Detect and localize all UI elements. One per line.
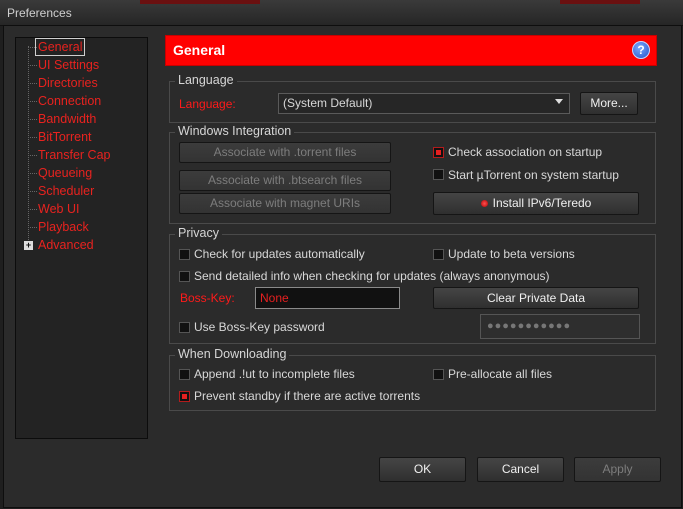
beta-updates-label: Update to beta versions [448,247,575,261]
send-info-checkbox[interactable] [179,271,190,282]
window-title: Preferences [7,6,72,20]
check-association-label: Check association on startup [448,145,603,159]
install-ipv6-button[interactable]: Install IPv6/Teredo [433,192,639,215]
clear-private-data-button[interactable]: Clear Private Data [433,287,639,309]
cancel-button[interactable]: Cancel [477,457,564,482]
sidebar-item-general[interactable]: General [34,38,86,56]
use-boss-key-password-label: Use Boss-Key password [194,320,325,334]
sidebar-item-web-ui[interactable]: Web UI [38,201,79,217]
start-on-startup-label: Start µTorrent on system startup [448,168,619,182]
help-icon[interactable]: ? [632,41,650,59]
sidebar-item-bittorrent[interactable]: BitTorrent [38,129,92,145]
tree-connector [28,191,37,192]
expand-plus-icon[interactable]: + [24,241,33,250]
ok-button[interactable]: OK [379,457,466,482]
tree-connector [28,209,37,210]
chevron-down-icon [555,99,563,104]
tree-connector [28,101,37,102]
tree-connector [28,137,37,138]
apply-button[interactable]: Apply [574,457,661,482]
associate-magnet-button[interactable]: Associate with magnet URIs [179,193,391,214]
section-header: General ? [165,35,657,66]
title-bar: Preferences [0,0,683,26]
use-boss-key-password-checkbox[interactable] [179,322,190,333]
append-ut-label: Append .!ut to incomplete files [194,367,355,381]
sidebar-item-ui-settings[interactable]: UI Settings [38,57,99,73]
tree-connector [28,155,37,156]
status-led-icon [480,200,488,208]
sidebar-item-connection[interactable]: Connection [38,93,101,109]
check-association-checkbox[interactable] [433,147,444,158]
title-decoration [140,0,260,4]
tree-connector [28,227,37,228]
send-info-label: Send detailed info when checking for upd… [194,269,550,283]
sidebar-item-playback[interactable]: Playback [38,219,89,235]
prevent-standby-checkbox[interactable] [179,391,190,402]
tree-connector [28,46,29,246]
windows-integration-group-label: Windows Integration [175,124,295,138]
sidebar-item-queueing[interactable]: Queueing [38,165,92,181]
append-ut-checkbox[interactable] [179,369,190,380]
tree-connector [28,119,37,120]
sidebar-item-transfer-cap[interactable]: Transfer Cap [38,147,110,163]
boss-key-input[interactable]: None [255,287,400,309]
sidebar-tree[interactable]: General UI Settings Directories Connecti… [15,37,148,439]
tree-connector [28,65,37,66]
sidebar-item-directories[interactable]: Directories [38,75,98,91]
language-label: Language: [179,97,236,111]
privacy-group-label: Privacy [175,226,222,240]
associate-torrent-button[interactable]: Associate with .torrent files [179,142,391,163]
language-select[interactable]: (System Default) [278,93,570,114]
tree-connector [28,83,37,84]
check-updates-label: Check for updates automatically [194,247,365,261]
page-title: General [173,42,226,58]
beta-updates-checkbox[interactable] [433,249,444,260]
boss-key-label: Boss-Key: [180,291,235,305]
sidebar-item-scheduler[interactable]: Scheduler [38,183,94,199]
sidebar-item-bandwidth[interactable]: Bandwidth [38,111,96,127]
boss-key-password-field[interactable]: ●●●●●●●●●●● [480,314,640,339]
preallocate-label: Pre-allocate all files [448,367,553,381]
sidebar-item-advanced[interactable]: Advanced [38,237,94,253]
start-on-startup-checkbox[interactable] [433,169,444,180]
more-languages-button[interactable]: More... [580,92,638,115]
check-updates-checkbox[interactable] [179,249,190,260]
preallocate-checkbox[interactable] [433,369,444,380]
install-ipv6-label: Install IPv6/Teredo [492,196,592,210]
title-decoration [560,0,640,4]
associate-btsearch-button[interactable]: Associate with .btsearch files [179,170,391,191]
prevent-standby-label: Prevent standby if there are active torr… [194,389,421,403]
when-downloading-group-label: When Downloading [175,347,290,361]
language-select-value: (System Default) [283,96,373,110]
tree-connector [28,173,37,174]
language-group-label: Language [175,73,237,87]
